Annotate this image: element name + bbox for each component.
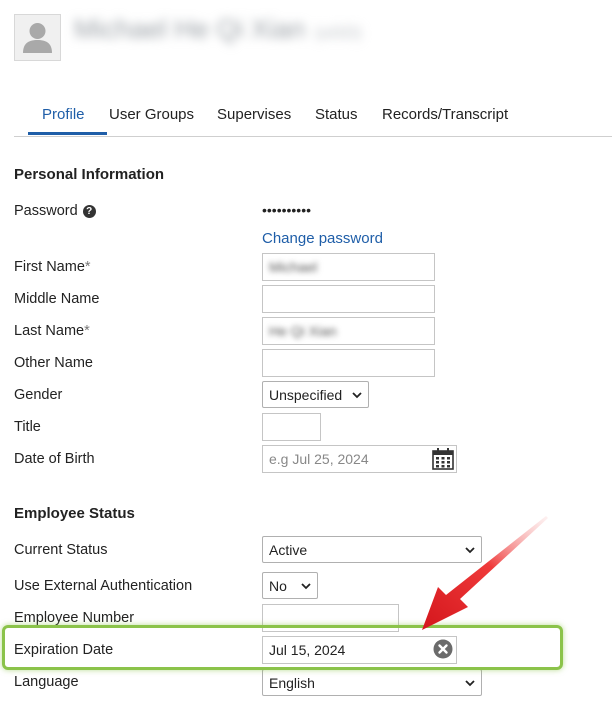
last-name-label: Last Name* (14, 323, 90, 339)
title-field[interactable] (262, 413, 321, 441)
active-tab-indicator (28, 132, 107, 135)
ext-auth-label: Use External Authentication (14, 578, 193, 594)
chevron-down-icon (465, 679, 475, 686)
section-title-personal: Personal Information (14, 166, 165, 183)
calendar-icon[interactable] (432, 448, 454, 470)
tab-status[interactable]: Status (315, 106, 358, 123)
gender-select[interactable]: Unspecified (262, 381, 369, 408)
user-name: Michael He Qi Xian (uGD) (74, 14, 362, 44)
employee-number-label: Employee Number (14, 610, 135, 626)
chevron-down-icon (352, 391, 362, 398)
tab-user-groups[interactable]: User Groups (109, 106, 194, 123)
ext-auth-select[interactable]: No (262, 572, 318, 599)
first-name-field[interactable]: Michael (262, 253, 435, 281)
tab-profile[interactable]: Profile (42, 106, 85, 123)
dob-field[interactable]: e.g Jul 25, 2024 (262, 445, 457, 473)
user-avatar-icon (23, 23, 52, 53)
password-label: Password? (14, 203, 96, 219)
language-select[interactable]: English (262, 669, 482, 696)
section-title-employee: Employee Status (14, 505, 135, 522)
middle-name-label: Middle Name (14, 291, 100, 307)
other-name-field[interactable] (262, 349, 435, 377)
password-value: •••••••••• (262, 202, 312, 218)
middle-name-field[interactable] (262, 285, 435, 313)
dob-label: Date of Birth (14, 451, 95, 467)
title-label: Title (14, 419, 41, 435)
other-name-label: Other Name (14, 355, 93, 371)
chevron-down-icon (301, 582, 311, 589)
gender-label: Gender (14, 387, 63, 403)
user-avatar (14, 14, 61, 61)
profile-tabs: Profile User Groups Supervises Status Re… (14, 97, 612, 137)
language-label: Language (14, 674, 79, 690)
tab-records-transcript[interactable]: Records/Transcript (382, 106, 508, 123)
red-arrow-annotation (422, 516, 548, 630)
help-icon[interactable]: ? (82, 205, 96, 218)
change-password-link[interactable]: Change password (262, 230, 383, 247)
last-name-field[interactable]: He Qi Xian (262, 317, 435, 345)
first-name-label: First Name* (14, 259, 91, 275)
current-status-label: Current Status (14, 542, 108, 558)
tab-supervises[interactable]: Supervises (217, 106, 291, 123)
